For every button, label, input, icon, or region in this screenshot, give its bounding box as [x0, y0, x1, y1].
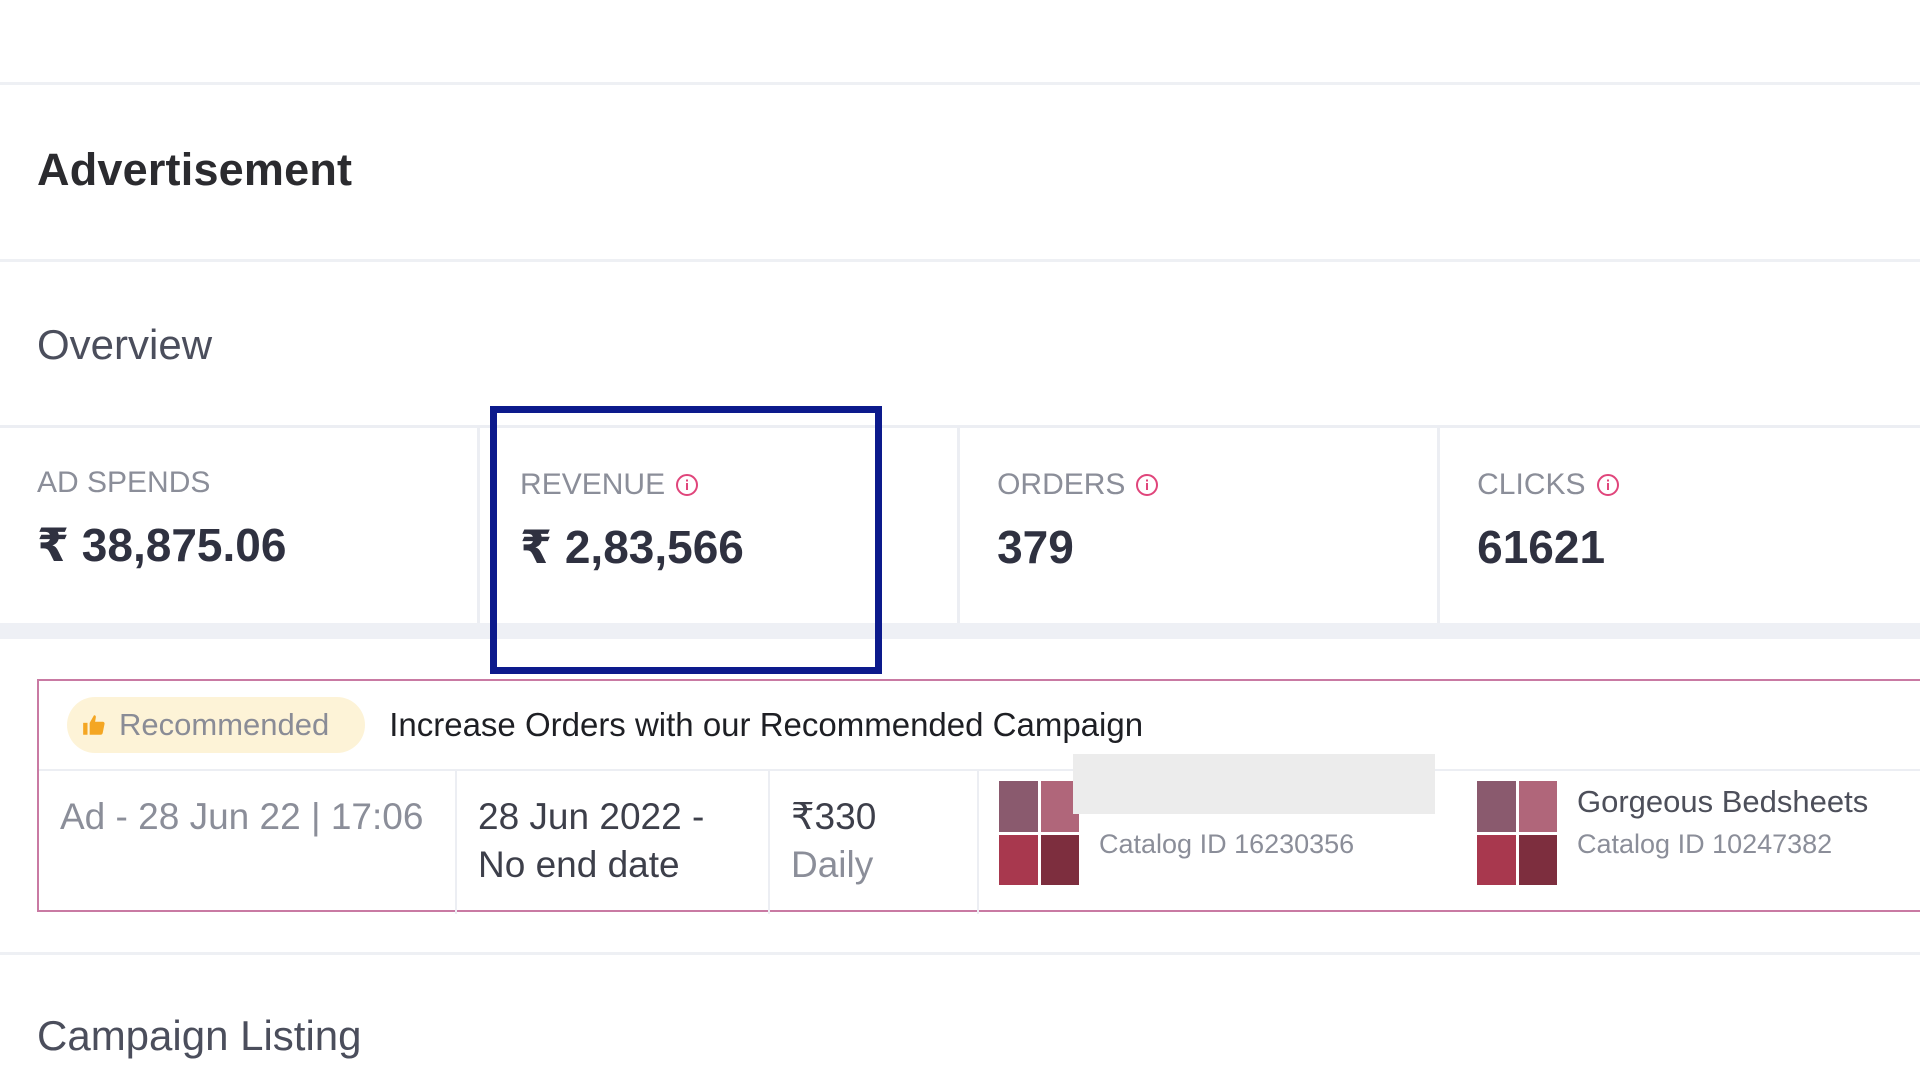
ad-name-cell: Ad - 28 Jun 22 | 17:06 [39, 771, 457, 914]
orders-label: ORDERS [997, 468, 1126, 501]
metrics-bottom-strip [0, 623, 1920, 639]
overview-metrics: AD SPENDS ₹ 38,875.06 REVENUE ₹ 2,83,566… [0, 425, 1920, 626]
catalog-name: Gorgeous Bedsheets [1577, 784, 1869, 819]
clicks-label: CLICKS [1477, 468, 1586, 501]
info-circle-icon[interactable] [1135, 473, 1159, 497]
overview-title: Overview [37, 321, 213, 368]
clicks-value: 61621 [1477, 521, 1606, 573]
budget-amount: ₹330 [791, 796, 877, 837]
catalog-text: Gorgeous Bedsheets Catalog ID 10247382 [1577, 781, 1868, 860]
ad-name: Ad - 28 Jun 22 | 17:06 [60, 796, 424, 837]
catalog-id: Catalog ID 10247382 [1577, 829, 1833, 859]
campaign-listing-title: Campaign Listing [37, 1012, 362, 1059]
top-divider [0, 82, 1920, 85]
end-date: No end date [478, 844, 680, 885]
metric-label: CLICKS [1477, 468, 1619, 502]
budget-period: Daily [791, 844, 874, 885]
start-date: 28 Jun 2022 - [478, 796, 705, 837]
metric-label: AD SPENDS [37, 466, 210, 500]
revenue-highlight-box [490, 406, 882, 674]
metric-clicks[interactable]: CLICKS 61621 [1440, 428, 1920, 626]
title-divider [0, 259, 1920, 262]
orders-value: 379 [997, 521, 1074, 573]
catalog-item[interactable]: Gorgeous Bedsheets Catalog ID 10247382 [1477, 781, 1868, 885]
thumbs-up-icon [83, 715, 105, 735]
metric-ad-spends: AD SPENDS ₹ 38,875.06 [0, 428, 481, 626]
catalog-thumbnail [1477, 781, 1557, 885]
budget-cell: ₹330 Daily [770, 771, 979, 914]
redacted-area [1073, 754, 1435, 814]
ad-spends-value: ₹ 38,875.06 [37, 519, 287, 571]
advertisement-page: Advertisement Overview AD SPENDS ₹ 38,87… [0, 0, 1920, 1080]
section-divider [0, 952, 1920, 955]
recommended-badge: Recommended [67, 697, 366, 753]
metric-orders[interactable]: ORDERS 379 [960, 428, 1441, 626]
catalog-id: Catalog ID 16230356 [1099, 829, 1355, 859]
ad-spends-label: AD SPENDS [37, 466, 211, 499]
recommended-badge-label: Recommended [119, 707, 330, 742]
recommended-campaign-card[interactable]: Recommended Increase Orders with our Rec… [37, 679, 1920, 914]
duration-cell: 28 Jun 2022 - No end date [457, 771, 770, 914]
recommended-title: Increase Orders with our Recommended Cam… [389, 706, 1144, 743]
recommended-header: Recommended Increase Orders with our Rec… [39, 681, 1920, 769]
catalog-thumbnail [999, 781, 1079, 885]
info-circle-icon[interactable] [1596, 473, 1620, 497]
page-title: Advertisement [37, 144, 353, 195]
metric-label: ORDERS [997, 468, 1159, 502]
